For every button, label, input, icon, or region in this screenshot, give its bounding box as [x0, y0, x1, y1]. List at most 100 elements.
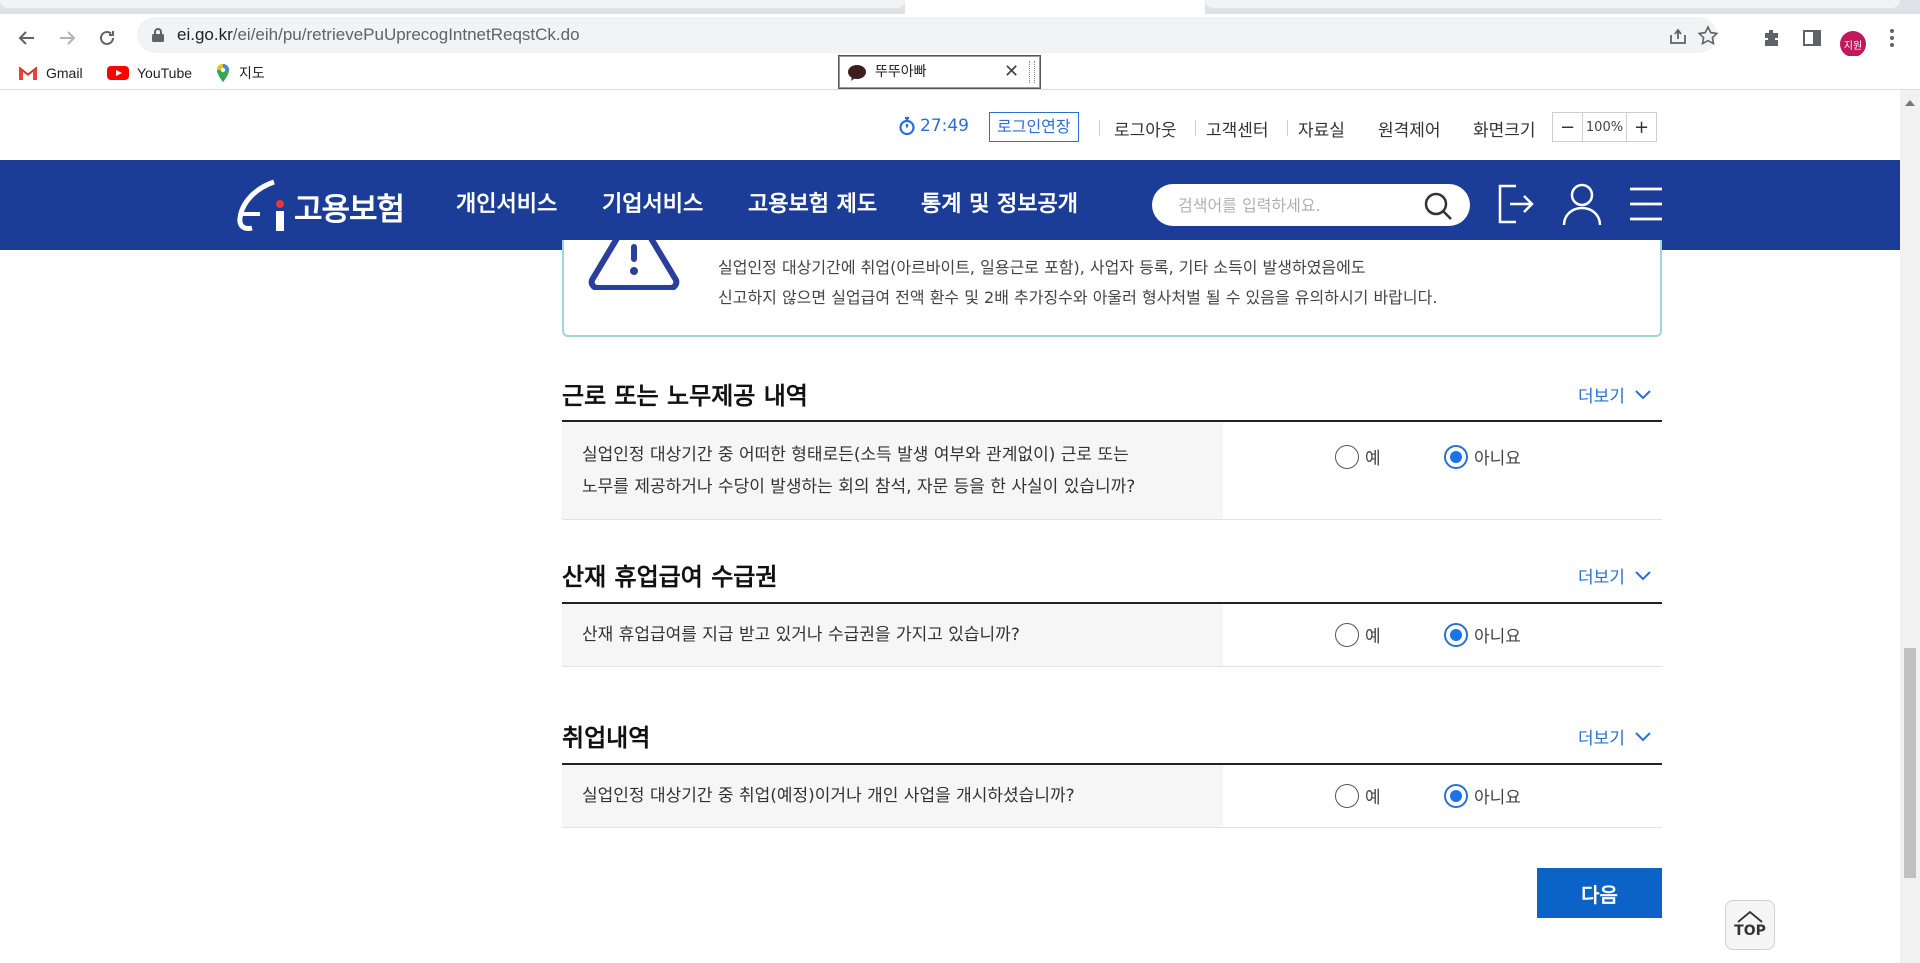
radio-no-work[interactable]: 아니요	[1444, 444, 1521, 469]
session-timer: 27:49	[898, 116, 969, 136]
arrow-right-icon	[60, 31, 76, 45]
bookmark-youtube[interactable]: YouTube	[107, 62, 192, 84]
drag-handle[interactable]	[1029, 61, 1035, 83]
zoom-value: 100%	[1582, 113, 1627, 141]
notice-line-1: 실업인정 대상기간에 취업(아르바이트, 일용근로 포함), 사업자 등록, 기…	[718, 258, 1366, 277]
reload-button[interactable]	[91, 22, 123, 54]
question-text: 실업인정 대상기간 중 어떠한 형태로든(소득 발생 여부와 관계없이) 근로 …	[562, 422, 1223, 519]
radio-yes-industrial-accident[interactable]: 예	[1335, 622, 1381, 647]
radio-label: 예	[1365, 788, 1381, 808]
question-row-work: 실업인정 대상기간 중 어떠한 형태로든(소득 발생 여부와 관계없이) 근로 …	[562, 420, 1662, 520]
browser-tab[interactable]	[0, 0, 905, 8]
bookmark-gmail[interactable]: Gmail	[18, 62, 83, 84]
resources-link[interactable]: 자료실	[1298, 116, 1345, 141]
gmail-icon	[18, 66, 38, 80]
more-link-work[interactable]: 더보기	[1578, 382, 1651, 407]
site-header: 고용보험 개인서비스 기업서비스 고용보험 제도 통계 및 정보공개	[0, 160, 1900, 250]
user-icon[interactable]	[1562, 182, 1602, 226]
nav-statistics[interactable]: 통계 및 정보공개	[921, 160, 1078, 250]
notice-line-2: 신고하지 않으면 실업급여 전액 환수 및 2배 추가징수와 아울러 형사처벌 …	[718, 288, 1438, 307]
warning-icon	[588, 240, 680, 290]
site-logo[interactable]: 고용보험	[236, 176, 405, 236]
map-pin-icon	[217, 64, 229, 82]
page: ei.go.kr/ei/eih/pu/retrievePuUprecogIntn…	[0, 0, 1920, 963]
radio-no-employment[interactable]: 아니요	[1444, 783, 1521, 808]
logout-icon[interactable]	[1496, 182, 1534, 226]
extensions-icon[interactable]	[1760, 26, 1784, 50]
search-input[interactable]	[1178, 184, 1428, 226]
search-icon[interactable]	[1422, 190, 1454, 222]
side-panel-icon[interactable]	[1800, 26, 1824, 50]
more-link-industrial-accident[interactable]: 더보기	[1578, 563, 1651, 588]
radio-label: 예	[1365, 627, 1381, 647]
bookmark-label: YouTube	[137, 65, 193, 81]
floating-window-title: 뚜뚜아빠	[875, 64, 927, 80]
radio-circle-selected[interactable]	[1444, 444, 1468, 469]
browser-tab[interactable]	[1205, 0, 1900, 8]
next-button[interactable]: 다음	[1537, 868, 1662, 918]
radio-circle-selected[interactable]	[1444, 622, 1468, 647]
zoom-in-button[interactable]: +	[1627, 113, 1656, 141]
more-label: 더보기	[1578, 568, 1625, 588]
scroll-top-button[interactable]: TOP	[1725, 900, 1775, 950]
browser-tabstrip	[0, 0, 1920, 14]
floating-chat-window[interactable]: 뚜뚜아빠 ✕	[838, 55, 1041, 89]
forward-button[interactable]	[51, 22, 83, 54]
question-row-employment: 실업인정 대상기간 중 취업(예정)이거나 개인 사업을 개시하셨습니까? 예 …	[562, 763, 1662, 828]
customer-center-link[interactable]: 고객센터	[1206, 116, 1269, 141]
back-button[interactable]	[11, 22, 43, 54]
extend-login-button[interactable]: 로그인연장	[989, 112, 1079, 142]
more-link-employment[interactable]: 더보기	[1578, 724, 1651, 749]
divider	[1195, 120, 1196, 136]
remote-control-link[interactable]: 원격제어	[1378, 116, 1441, 141]
share-icon[interactable]	[1667, 25, 1689, 47]
radio-no-industrial-accident[interactable]: 아니요	[1444, 622, 1521, 647]
divider	[1287, 120, 1288, 136]
close-icon[interactable]: ✕	[1004, 56, 1019, 88]
youtube-icon	[107, 66, 129, 80]
browser-tab-active[interactable]	[905, 0, 1205, 14]
chevron-down-icon	[1635, 731, 1651, 741]
scroll-up-arrow[interactable]	[1905, 100, 1915, 106]
arrow-left-icon	[18, 31, 34, 45]
divider	[1099, 120, 1100, 136]
url-path: /ei/eih/pu/retrievePuUprecogIntnetReqstC…	[232, 25, 580, 44]
profile-avatar[interactable]: 지원	[1840, 31, 1866, 57]
reload-icon	[100, 30, 114, 45]
question-row-industrial-accident: 산재 휴업급여를 지급 받고 있거나 수급권을 가지고 있습니까? 예 아니요	[562, 602, 1662, 667]
page-scrollbar[interactable]	[1900, 90, 1920, 963]
logout-link[interactable]: 로그아웃	[1114, 116, 1177, 141]
chat-bubble-icon	[848, 65, 866, 81]
menu-icon[interactable]	[1630, 186, 1662, 222]
bookmark-maps[interactable]: 지도	[215, 62, 265, 84]
section-title-industrial-accident: 산재 휴업급여 수급권	[562, 563, 778, 591]
radio-circle[interactable]	[1335, 622, 1359, 647]
scrollbar-thumb[interactable]	[1904, 648, 1916, 878]
question-text: 실업인정 대상기간 중 취업(예정)이거나 개인 사업을 개시하셨습니까?	[562, 765, 1223, 827]
radio-yes-work[interactable]: 예	[1335, 444, 1381, 469]
question-text: 산재 휴업급여를 지급 받고 있거나 수급권을 가지고 있습니까?	[562, 604, 1223, 666]
logo-text: 고용보험	[294, 191, 405, 228]
address-bar[interactable]: ei.go.kr/ei/eih/pu/retrievePuUprecogIntn…	[137, 17, 1719, 53]
nav-personal-services[interactable]: 개인서비스	[456, 160, 557, 250]
warning-notice: 실업인정 대상기간에 취업(아르바이트, 일용근로 포함), 사업자 등록, 기…	[562, 240, 1662, 337]
radio-circle-selected[interactable]	[1444, 783, 1468, 808]
nav-insurance-system[interactable]: 고용보험 제도	[748, 160, 877, 250]
zoom-out-button[interactable]: −	[1553, 113, 1582, 141]
radio-circle[interactable]	[1335, 444, 1359, 469]
question-line-1: 실업인정 대상기간 중 취업(예정)이거나 개인 사업을 개시하셨습니까?	[582, 786, 1075, 806]
radio-label: 예	[1365, 449, 1381, 469]
radio-circle[interactable]	[1335, 783, 1359, 808]
radio-label: 아니요	[1474, 449, 1521, 469]
nav-business-services[interactable]: 기업서비스	[602, 160, 703, 250]
top-label: TOP	[1734, 923, 1766, 939]
utility-bar: 27:49 로그인연장 로그아웃 고객센터 자료실 원격제어 화면크기 − 10…	[0, 90, 1900, 160]
zoom-control: − 100% +	[1552, 112, 1657, 142]
star-icon[interactable]	[1697, 25, 1719, 47]
more-vertical-icon[interactable]	[1880, 26, 1904, 50]
timer-value: 27:49	[920, 116, 969, 136]
radio-yes-employment[interactable]: 예	[1335, 783, 1381, 808]
radio-label: 아니요	[1474, 788, 1521, 808]
search-box	[1152, 184, 1470, 226]
question-line-2: 노무를 제공하거나 수당이 발생하는 회의 참석, 자문 등을 한 사실이 있습…	[582, 476, 1136, 497]
